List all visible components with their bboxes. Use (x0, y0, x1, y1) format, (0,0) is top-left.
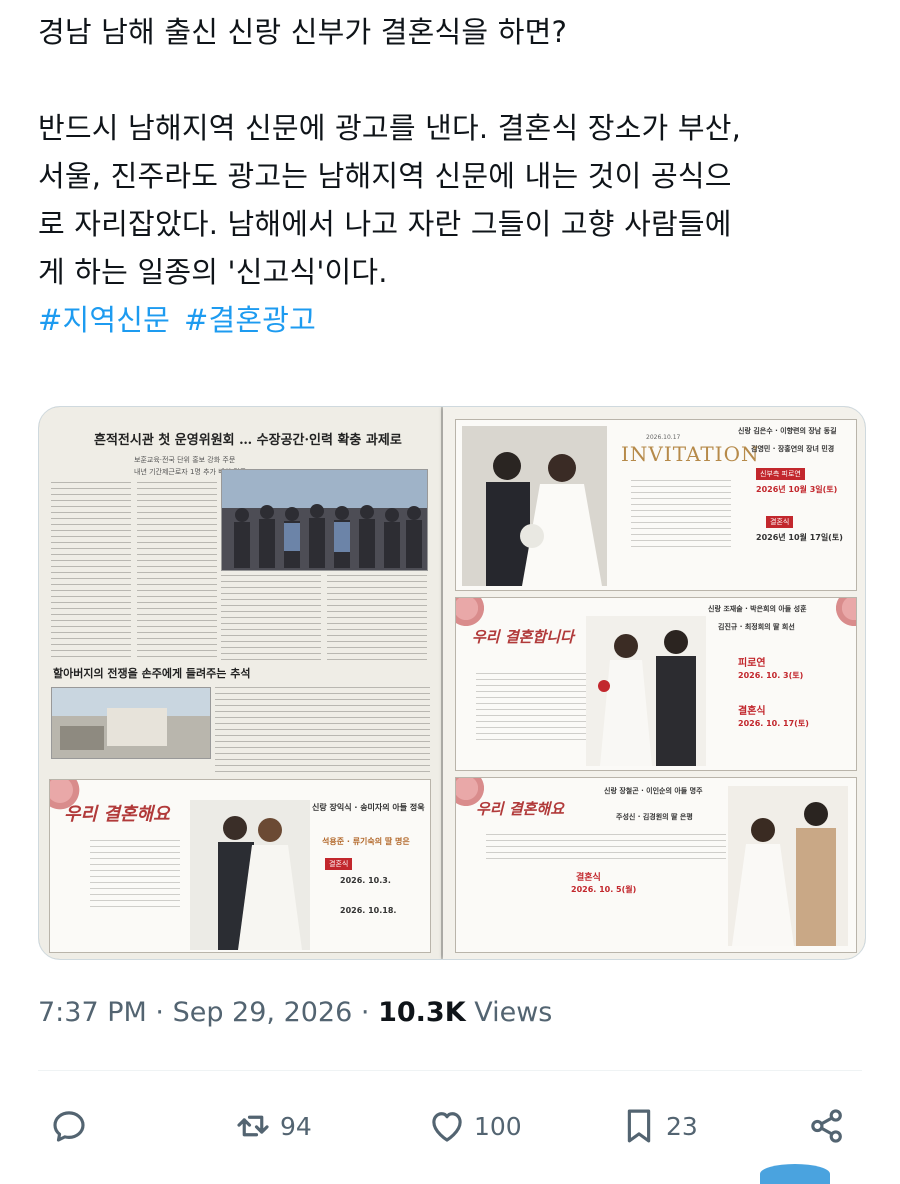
couple-photo (462, 426, 607, 586)
retweet-icon (237, 1115, 269, 1137)
article-text (51, 482, 131, 662)
reply-button[interactable] (48, 1105, 96, 1147)
ad-text (90, 840, 180, 910)
ad-groom-family: 신랑 장익식 · 송미자의 아들 정욱 (312, 803, 425, 812)
ad-invitation-title: INVITATION (621, 442, 760, 466)
ad-date: 2026년 10월 3일(토) (756, 485, 838, 494)
retweet-count: 94 (280, 1111, 312, 1141)
meta-separator: · (155, 997, 164, 1028)
ad-date: 2026. 10.3. (340, 876, 391, 885)
reply-icon (53, 1111, 85, 1142)
tweet-date[interactable]: Sep 29, 2026 (173, 997, 353, 1028)
hashtag-link[interactable]: #지역신문 (38, 303, 170, 337)
ad-date: 2026. 10.18. (340, 906, 397, 915)
ad-date: 2026.10.17 (646, 434, 681, 441)
share-button[interactable] (806, 1105, 854, 1147)
couple-photo (728, 786, 848, 946)
ad-script-title: 우리 결혼해요 (476, 800, 565, 818)
floating-action-button[interactable] (760, 1164, 830, 1184)
ad-bride-family: 석용준 · 류기숙의 딸 명은 (322, 837, 410, 846)
ad-text (631, 480, 731, 550)
bookmark-button[interactable]: 23 (618, 1105, 698, 1147)
ad-ceremony-label: 결혼식 (738, 706, 766, 717)
ad-label: 신부측 피로연 (756, 468, 805, 480)
views-label: Views (474, 997, 553, 1028)
ad-groom-family: 신랑 장철곤 · 이인순의 아들 명주 (604, 787, 703, 795)
group-photo (221, 469, 428, 571)
retweet-button[interactable]: 94 (232, 1105, 312, 1147)
ad-date: 2026. 10. 3(토) (738, 671, 804, 680)
ad-text (486, 834, 726, 864)
wedding-ad: 2026.10.17 INVITATION 신랑 김은수 · 이향련의 장남 동… (455, 419, 857, 591)
tweet-line: 게 하는 일종의 '신고식'이다. (38, 255, 388, 289)
bookmark-count: 23 (666, 1111, 698, 1141)
article-headline: 흔적전시관 첫 운영위원회 … 수장공간·인력 확충 과제로 (94, 433, 402, 448)
ad-ceremony-label: 결혼식 (576, 873, 601, 883)
ad-script-title: 우리 결혼합니다 (472, 628, 574, 646)
tweet-line: 반드시 남해지역 신문에 광고를 낸다. 결혼식 장소가 부산, (38, 111, 742, 145)
ad-bride-family: 김영민 · 장홍연의 장녀 민경 (751, 445, 835, 453)
article-subhead: 보훈교육·전국 단위 홍보 강화 주문 (134, 456, 236, 464)
tweet-question: 경남 남해 출신 신랑 신부가 결혼식을 하면? (38, 15, 568, 49)
ad-date: 2026. 10. 17(토) (738, 719, 809, 728)
hashtags: #지역신문 #결혼광고 (38, 296, 878, 344)
ad-label: 결혼식 (325, 858, 353, 870)
tweet-photo[interactable]: 흔적전시관 첫 운영위원회 … 수장공간·인력 확충 과제로 보훈교육·전국 단… (38, 406, 866, 960)
ad-label: 결혼식 (766, 516, 794, 528)
ad-reception-label: 피로연 (738, 658, 766, 669)
article-headline: 할아버지의 전쟁을 손주에게 들려주는 추석 (53, 667, 251, 680)
article-text (215, 687, 430, 777)
bookmark-icon (627, 1109, 651, 1143)
wedding-ad: 우리 결혼해요 신랑 장철곤 · 이인순의 아들 명주 주성신 · 김경원의 딸… (455, 777, 857, 953)
article-text (327, 575, 427, 665)
wedding-ad: 우리 결혼합니다 신랑 조재술 · 박은희의 아들 성훈 김진규 · 최정희의 … (455, 597, 857, 771)
newspaper-left-page: 흔적전시관 첫 운영위원회 … 수장공간·인력 확충 과제로 보훈교육·전국 단… (39, 407, 441, 959)
tweet-time[interactable]: 7:37 PM (38, 997, 147, 1028)
tweet-text: 경남 남해 출신 신랑 신부가 결혼식을 하면? 반드시 남해지역 신문에 광고… (38, 8, 878, 344)
divider (38, 1070, 862, 1071)
tweet-line: 로 자리잡았다. 남해에서 나고 자란 그들이 고향 사람들에 (38, 207, 732, 241)
ad-date: 2026년 10월 17일(토) (756, 533, 843, 542)
couple-photo (190, 800, 310, 950)
tweet-meta: 7:37 PM · Sep 29, 2026 · 10.3K Views (38, 997, 552, 1028)
tweet-line: 서울, 진주라도 광고는 남해지역 신문에 내는 것이 공식으 (38, 159, 732, 193)
wedding-ad: 우리 결혼해요 신랑 장익식 · 송미자의 아들 정욱 석용준 · 류기숙의 딸… (49, 779, 431, 953)
ad-date: 2026. 10. 5(월) (571, 885, 637, 894)
memorial-photo (51, 687, 211, 759)
like-button[interactable]: 100 (426, 1105, 522, 1147)
views-count: 10.3K (378, 997, 466, 1028)
ad-groom-family: 신랑 조재술 · 박은희의 아들 성훈 (708, 605, 807, 613)
newspaper-right-page: 2026.10.17 INVITATION 신랑 김은수 · 이향련의 장남 동… (443, 407, 865, 959)
like-count: 100 (474, 1111, 522, 1141)
meta-separator: · (360, 997, 370, 1028)
hashtag-link[interactable]: #결혼광고 (184, 303, 316, 337)
ad-script-title: 우리 결혼해요 (64, 804, 170, 825)
article-text (137, 482, 217, 662)
article-text (221, 575, 321, 665)
share-icon (811, 1109, 842, 1143)
heart-icon (432, 1112, 462, 1142)
couple-photo (586, 616, 706, 766)
ad-bride-family: 주성신 · 김경원의 딸 은평 (616, 813, 693, 821)
ad-text (476, 673, 586, 743)
ad-bride-family: 김진규 · 최정희의 딸 희선 (718, 623, 795, 631)
ad-groom-family: 신랑 김은수 · 이향련의 장남 동길 (738, 427, 837, 435)
